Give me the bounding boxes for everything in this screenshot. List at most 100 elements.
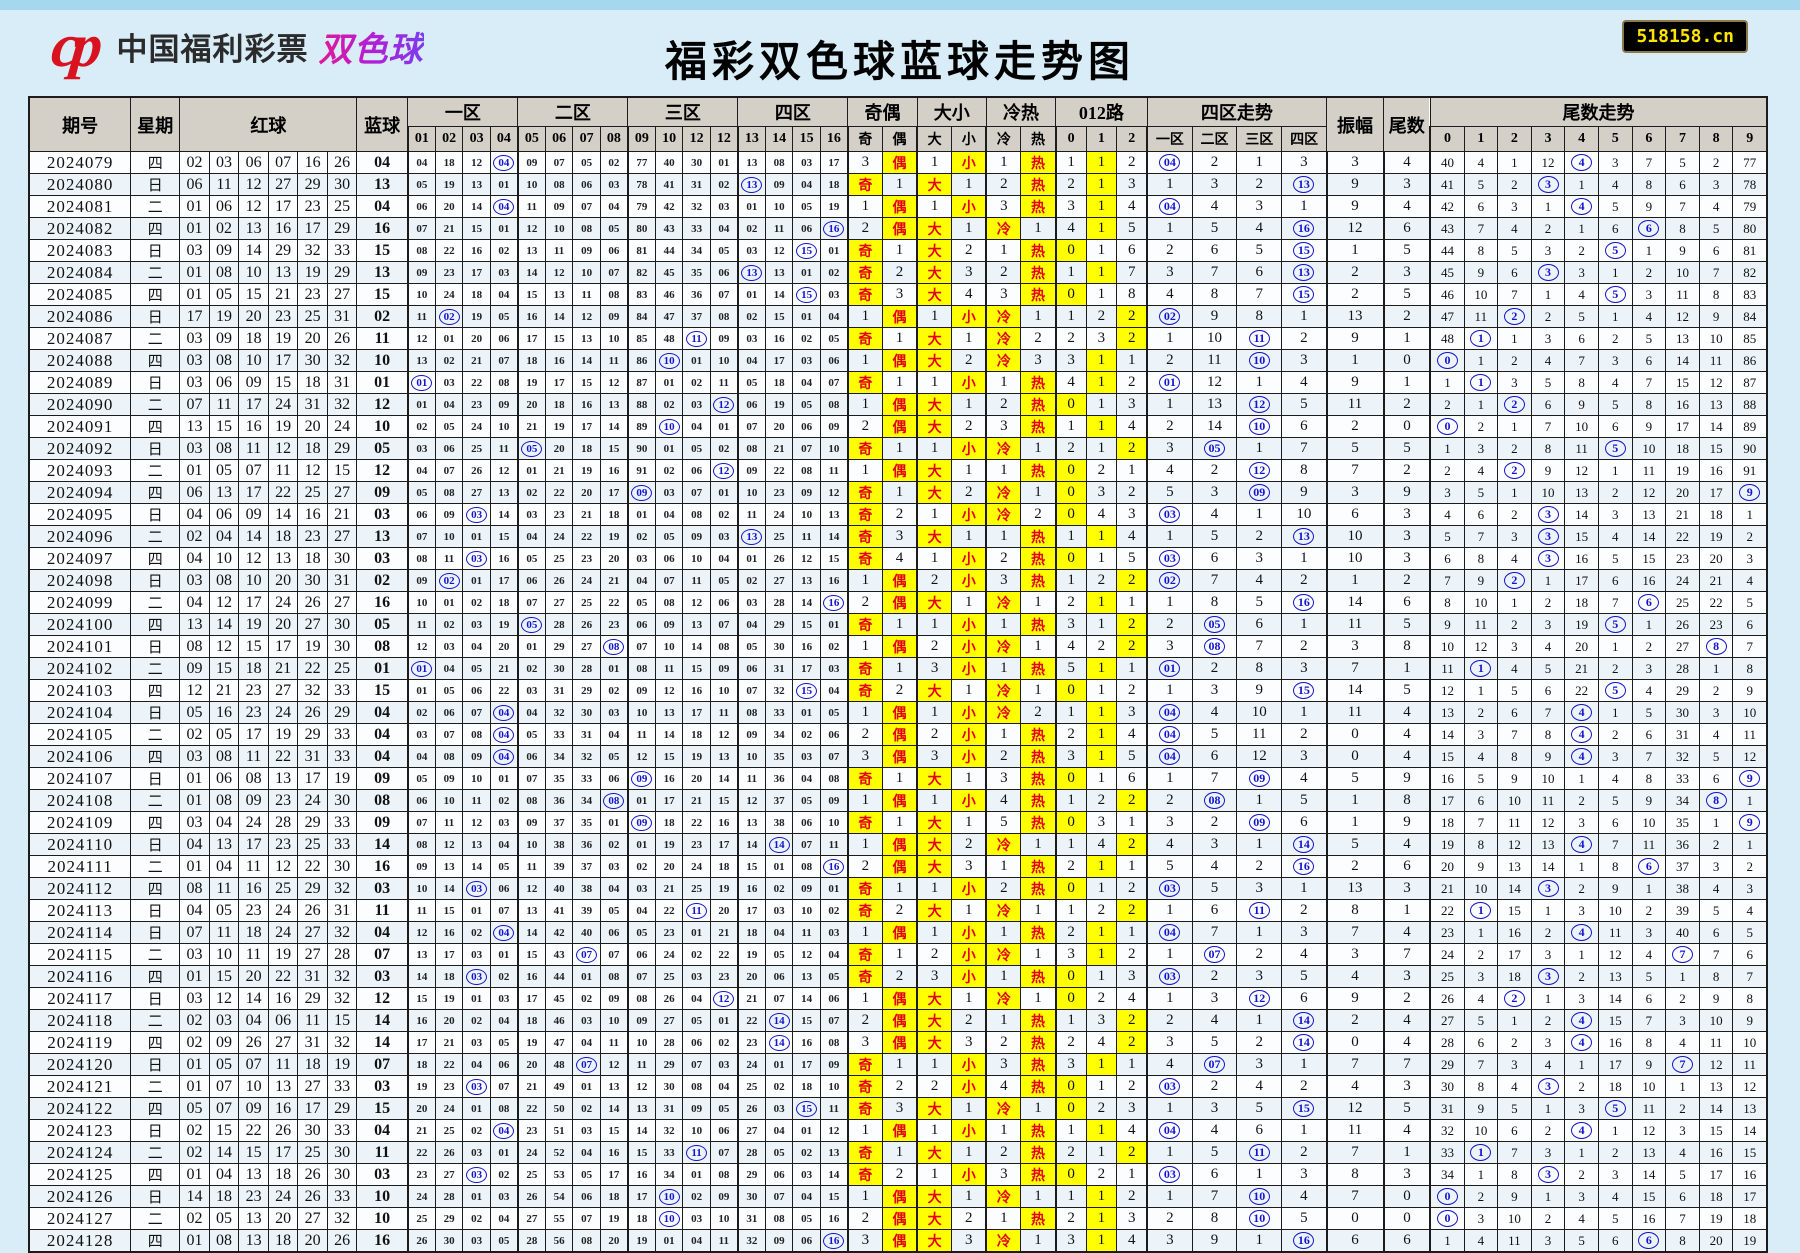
column-sub-header: 01 xyxy=(406,126,436,152)
column-sub-header: 热 xyxy=(1020,126,1057,152)
tail-trend-cell: 2 xyxy=(1732,525,1768,548)
miss-cell: 06 xyxy=(736,393,766,416)
tail-trend-cell: 1 xyxy=(1463,679,1499,702)
red-ball: 31 xyxy=(297,393,328,416)
attr-cell-highlight: 热 xyxy=(1020,569,1057,592)
miss-cell: 09 xyxy=(709,1185,739,1208)
miss-cell: 12 xyxy=(572,305,601,328)
hit-circle: 2 xyxy=(1503,572,1525,589)
miss-cell: 17 xyxy=(682,701,711,724)
miss-cell: 02 xyxy=(599,151,629,174)
tail-trend-cell: 4 xyxy=(1497,217,1532,240)
miss-cell: 08 xyxy=(792,459,821,482)
attr-cell: 2 xyxy=(916,723,953,746)
tail-trend-cell: 9 xyxy=(1564,393,1599,416)
red-ball: 22 xyxy=(267,481,299,504)
amplitude-cell: 11 xyxy=(1325,701,1385,724)
miss-cell: 15 xyxy=(819,547,849,570)
attr-cell: 1 xyxy=(985,151,1022,174)
red-ball: 19 xyxy=(238,613,269,636)
miss-cell: 15 xyxy=(516,283,546,306)
attr-cell: 1 xyxy=(985,459,1022,482)
amplitude-cell: 7 xyxy=(1325,459,1385,482)
hit-circle: 04 xyxy=(493,1122,515,1139)
tail-trend-cell: 12 xyxy=(1732,1075,1768,1098)
zone-cell: 6 xyxy=(1191,745,1238,768)
attr-cell: 1 xyxy=(951,1185,987,1208)
attr-cell-highlight: 偶 xyxy=(881,217,918,240)
miss-cell: 21 xyxy=(736,987,766,1010)
table-row: 2024086 日 17 19 20 23 25 31 02 11 02 19 05 16 14 12 09 84… xyxy=(28,305,1768,328)
blue-ball-hit: 04 xyxy=(489,1119,519,1142)
tail-trend-cell: 7 xyxy=(1597,591,1633,614)
blue-ball-number: 09 xyxy=(356,811,409,834)
miss-cell: 20 xyxy=(516,1053,546,1076)
tail-number-cell: 3 xyxy=(1382,261,1431,284)
attr-cell: 2 xyxy=(846,1009,883,1032)
hit-circle: 12 xyxy=(713,462,735,479)
red-ball: 11 xyxy=(208,173,240,196)
attr-cell-highlight: 冷 xyxy=(985,349,1022,372)
column-sub-header: 14 xyxy=(764,126,794,152)
tail-trend-cell: 6 xyxy=(1497,261,1532,284)
tail-number-cell: 5 xyxy=(1382,613,1431,636)
tail-trend-cell: 8 xyxy=(1631,393,1667,416)
tail-trend-cell: 8 xyxy=(1698,283,1734,306)
miss-cell: 05 xyxy=(572,1163,601,1186)
blue-ball-hit: 02 xyxy=(1146,305,1193,328)
blue-ball-hit: 14 xyxy=(764,1031,794,1054)
site-url-badge[interactable]: 518158.cn xyxy=(1622,20,1748,53)
tail-trend-cell: 3 xyxy=(1631,921,1667,944)
issue-cell: 2024125 xyxy=(28,1163,132,1186)
zone-cell: 1 xyxy=(1236,437,1283,460)
attr-cell: 1 xyxy=(916,613,953,636)
attr-cell-highlight: 冷 xyxy=(985,481,1022,504)
miss-cell: 03 xyxy=(792,151,821,174)
miss-cell: 05 xyxy=(406,173,436,196)
miss-cell: 03 xyxy=(819,657,849,680)
attr-cell: 2 xyxy=(985,877,1022,900)
route-cell: 2 xyxy=(1085,789,1118,812)
blue-ball-number: 04 xyxy=(356,701,409,724)
tail-trend-cell: 1 xyxy=(1497,481,1532,504)
attr-cell: 2 xyxy=(951,1009,987,1032)
miss-cell: 23 xyxy=(599,613,629,636)
red-ball: 25 xyxy=(297,481,328,504)
miss-cell: 17 xyxy=(516,987,546,1010)
miss-cell: 03 xyxy=(682,965,711,988)
miss-cell: 31 xyxy=(736,1207,766,1230)
attr-cell-highlight: 偶 xyxy=(881,1009,918,1032)
amplitude-cell: 4 xyxy=(1325,1075,1385,1098)
route-cell: 1 xyxy=(1085,547,1118,570)
miss-cell: 25 xyxy=(434,1119,464,1142)
tail-trend-cell: 5 xyxy=(1665,151,1700,174)
hit-circle: 3 xyxy=(1537,880,1559,897)
attr-cell: 3 xyxy=(985,195,1022,218)
miss-cell: 27 xyxy=(736,1119,766,1142)
blue-ball-number: 04 xyxy=(356,1119,409,1142)
tail-number-cell: 5 xyxy=(1382,437,1431,460)
route-cell: 4 xyxy=(1116,195,1148,218)
attr-cell: 1 xyxy=(1020,481,1057,504)
attr-cell: 1 xyxy=(846,921,883,944)
hit-circle: 1 xyxy=(1470,374,1492,391)
tail-trend-cell: 18 xyxy=(1564,591,1599,614)
attr-cell: 1 xyxy=(951,591,987,614)
attr-cell: 2 xyxy=(881,679,918,702)
miss-cell: 13 xyxy=(819,1141,849,1164)
amplitude-cell: 6 xyxy=(1325,503,1385,526)
blue-ball-hit: 9 xyxy=(1732,481,1768,504)
blue-ball-hit: 3 xyxy=(1530,877,1566,900)
tail-trend-cell: 1 xyxy=(1597,459,1633,482)
miss-cell: 20 xyxy=(434,195,464,218)
miss-cell: 30 xyxy=(736,1185,766,1208)
blue-ball-number: 04 xyxy=(356,195,409,218)
attr-cell-highlight: 冷 xyxy=(985,327,1022,350)
miss-cell: 31 xyxy=(764,657,794,680)
miss-cell: 10 xyxy=(516,833,546,856)
miss-cell: 07 xyxy=(599,943,629,966)
miss-cell: 05 xyxy=(489,855,519,878)
route-cell: 3 xyxy=(1116,1207,1148,1230)
column-sub-header: 05 xyxy=(516,126,546,152)
miss-cell: 09 xyxy=(736,459,766,482)
